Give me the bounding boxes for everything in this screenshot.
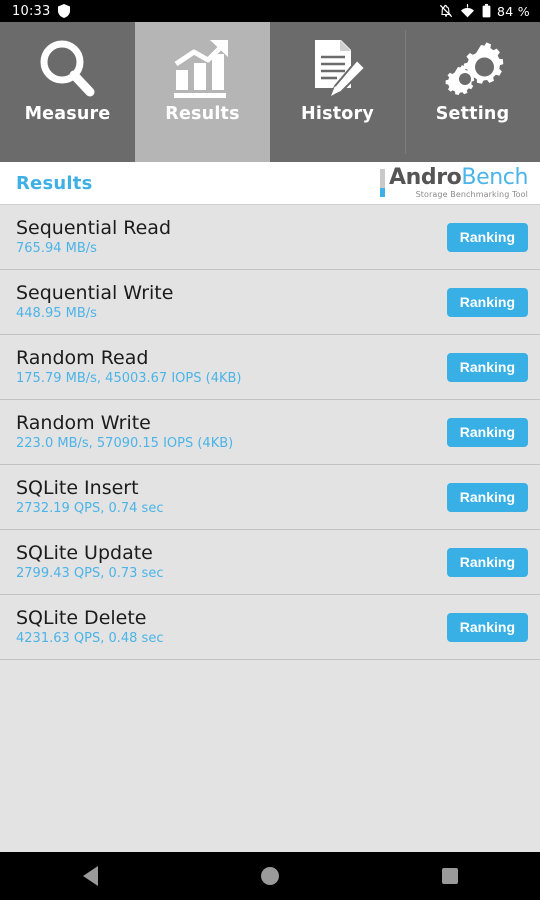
tab-measure[interactable]: Measure (0, 22, 135, 162)
bell-off-icon (439, 4, 453, 18)
page-title: Results (16, 172, 93, 194)
shield-icon (58, 4, 71, 18)
result-text: Random Read 175.79 MB/s, 45003.67 IOPS (… (16, 346, 242, 386)
result-value: 2732.19 QPS, 0.74 sec (16, 500, 164, 516)
table-row[interactable]: SQLite Delete 4231.63 QPS, 0.48 sec Rank… (0, 595, 540, 660)
result-value: 4231.63 QPS, 0.48 sec (16, 630, 164, 646)
ranking-button[interactable]: Ranking (446, 417, 528, 447)
result-text: Random Write 223.0 MB/s, 57090.15 IOPS (… (16, 411, 234, 451)
result-text: SQLite Update 2799.43 QPS, 0.73 sec (16, 541, 164, 581)
status-bar-clock: 10:33 (12, 3, 51, 19)
status-bar: 10:33 84 % (0, 0, 540, 22)
logo-bar-icon (379, 169, 385, 197)
result-title: Random Write (16, 411, 151, 434)
top-tab-bar: Measure Results History Setting (0, 22, 540, 162)
table-row[interactable]: Sequential Read 765.94 MB/s Ranking (0, 205, 540, 270)
back-icon (82, 866, 98, 886)
result-title: SQLite Update (16, 541, 153, 564)
battery-percent: 84 % (497, 3, 530, 19)
result-text: Sequential Write 448.95 MB/s (16, 281, 174, 321)
table-row[interactable]: SQLite Update 2799.43 QPS, 0.73 sec Rank… (0, 530, 540, 595)
logo-wordmark: AndroBench (389, 167, 528, 189)
results-list: Sequential Read 765.94 MB/s Ranking Sequ… (0, 205, 540, 860)
document-pencil-icon (270, 22, 405, 104)
recents-icon (442, 868, 458, 884)
result-title: Sequential Write (16, 281, 174, 304)
result-value: 223.0 MB/s, 57090.15 IOPS (4KB) (16, 435, 234, 451)
logo-text: AndroBench Storage Benchmarking Tool (389, 167, 528, 199)
logo-bench: Bench (461, 165, 528, 190)
result-title: Random Read (16, 346, 149, 369)
magnifier-icon (0, 22, 135, 104)
ranking-button[interactable]: Ranking (446, 547, 528, 577)
result-title: SQLite Delete (16, 606, 147, 629)
android-navigation-bar (0, 852, 540, 900)
ranking-button[interactable]: Ranking (446, 482, 528, 512)
wifi-icon (459, 4, 476, 18)
tab-label-measure: Measure (24, 104, 111, 124)
nav-back-button[interactable] (40, 852, 140, 900)
tab-label-results: Results (165, 104, 240, 124)
tab-label-history: History (301, 104, 374, 124)
nav-home-button[interactable] (220, 852, 320, 900)
result-value: 2799.43 QPS, 0.73 sec (16, 565, 164, 581)
result-value: 175.79 MB/s, 45003.67 IOPS (4KB) (16, 370, 242, 386)
table-row[interactable]: Random Read 175.79 MB/s, 45003.67 IOPS (… (0, 335, 540, 400)
result-value: 448.95 MB/s (16, 305, 97, 321)
tab-results[interactable]: Results (135, 22, 270, 162)
result-title: Sequential Read (16, 216, 172, 239)
logo-andro: Andro (388, 165, 462, 190)
page-header: Results AndroBench Storage Benchmarking … (0, 162, 540, 205)
gears-icon (405, 22, 540, 104)
tab-history[interactable]: History (270, 22, 405, 162)
tab-setting[interactable]: Setting (405, 22, 540, 162)
nav-recents-button[interactable] (400, 852, 500, 900)
result-value: 765.94 MB/s (16, 240, 97, 256)
androbench-logo: AndroBench Storage Benchmarking Tool (379, 167, 528, 199)
table-row[interactable]: Sequential Write 448.95 MB/s Ranking (0, 270, 540, 335)
status-bar-right: 84 % (439, 4, 530, 19)
tab-label-setting: Setting (435, 104, 510, 124)
battery-icon (482, 4, 491, 18)
ranking-button[interactable]: Ranking (446, 222, 528, 252)
home-icon (261, 867, 279, 885)
table-row[interactable]: SQLite Insert 2732.19 QPS, 0.74 sec Rank… (0, 465, 540, 530)
status-bar-left: 10:33 (12, 3, 71, 19)
logo-tagline: Storage Benchmarking Tool (415, 190, 528, 199)
result-text: SQLite Insert 2732.19 QPS, 0.74 sec (16, 476, 164, 516)
ranking-button[interactable]: Ranking (446, 352, 528, 382)
ranking-button[interactable]: Ranking (446, 612, 528, 642)
result-title: SQLite Insert (16, 476, 139, 499)
result-text: SQLite Delete 4231.63 QPS, 0.48 sec (16, 606, 164, 646)
bar-chart-arrow-icon (135, 22, 270, 104)
ranking-button[interactable]: Ranking (446, 287, 528, 317)
table-row[interactable]: Random Write 223.0 MB/s, 57090.15 IOPS (… (0, 400, 540, 465)
result-text: Sequential Read 765.94 MB/s (16, 216, 172, 256)
app-root: 10:33 84 % Measure Results History Setti… (0, 0, 540, 900)
